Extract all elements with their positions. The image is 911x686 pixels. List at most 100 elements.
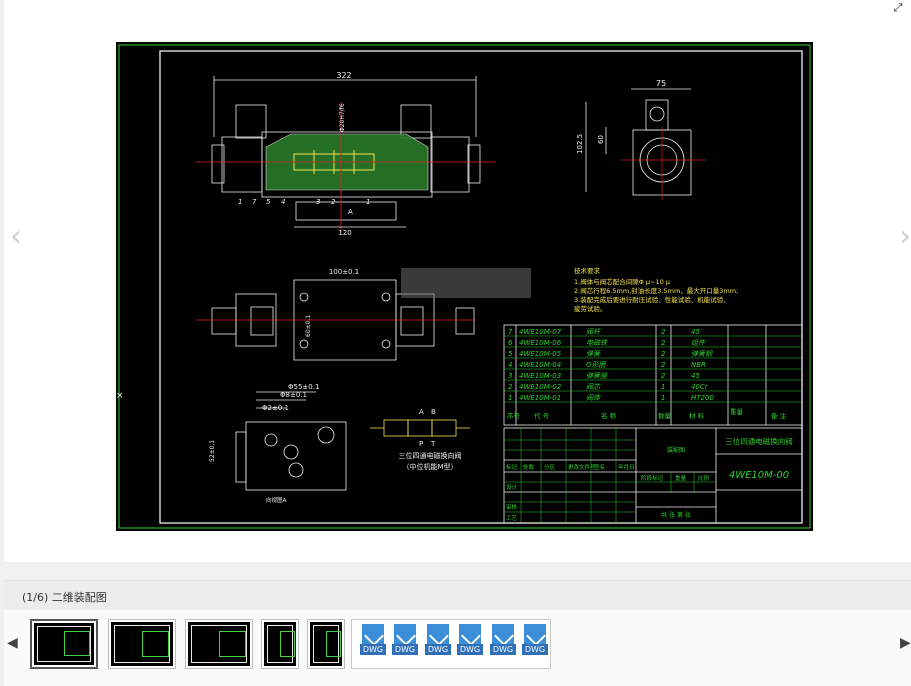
bom-cell-no: 6 <box>508 339 513 347</box>
dim-d4: 52±0.1 <box>209 440 216 462</box>
caption-bar: (1/6) 二维装配图 <box>4 580 911 611</box>
sheet-count: 共 张 第 张 <box>661 511 691 519</box>
tech-req-line: 3.装配完成后要进行耐压试验、性能试验、机能试验、 <box>574 295 730 304</box>
tb-row: 工艺 <box>506 515 518 522</box>
tb-col: 处数 <box>523 463 535 471</box>
triangle-left-icon[interactable]: ◀ <box>7 635 18 651</box>
symbol-p: P <box>419 440 423 448</box>
bom-cell-mat: 45 <box>691 328 700 336</box>
bom-cell-no: 5 <box>508 350 513 358</box>
image-caption: (1/6) 二维装配图 <box>22 591 107 604</box>
dim-height: 102.5 <box>576 134 584 154</box>
dwg-file-icon[interactable]: DWG <box>490 624 516 664</box>
bom-cell-qty: 1 <box>661 383 665 391</box>
bom-header-qty: 数量 <box>658 411 672 420</box>
tb-row: 标记 <box>506 463 518 471</box>
dwg-label: DWG <box>425 644 451 655</box>
dwg-label: DWG <box>490 644 516 655</box>
drawing-title: 三位四通电磁换向阀 <box>725 436 793 446</box>
drawing-number: 4WE10M-00 <box>729 470 789 481</box>
bom-cell-code: 4WE10M-03 <box>519 372 561 380</box>
part-number: 1 <box>366 198 370 206</box>
bom-cell-code: 4WE10M-01 <box>519 394 561 402</box>
dim-inner-height: 60 <box>597 135 605 144</box>
dwg-file-icon[interactable]: DWG <box>457 624 483 664</box>
expand-icon[interactable]: ⤢ <box>889 2 907 14</box>
view-a <box>235 391 347 491</box>
dwg-label: DWG <box>522 644 548 655</box>
dwg-label: DWG <box>457 644 483 655</box>
bom-cell-mat: NBR <box>691 361 706 369</box>
dim-width: 75 <box>656 79 666 88</box>
bom-cell-qty: 2 <box>661 350 666 358</box>
tb-row: 设计 <box>506 483 518 491</box>
tb-row: 审核 <box>506 503 518 511</box>
bom-cell-name: 弹簧座 <box>586 372 608 380</box>
bom-cell-mat: 45 <box>691 372 700 380</box>
bom-cell-code: 4WE10M-04 <box>519 361 561 369</box>
bom-cell-name: 阀芯 <box>586 383 601 391</box>
part-number: 2 <box>331 198 336 206</box>
thumbnail-3[interactable] <box>185 619 253 669</box>
symbol-a: A <box>419 408 424 416</box>
view-label: 装配图 <box>667 446 685 454</box>
tb-col: 更改文件号 <box>568 463 596 471</box>
valve-symbol <box>370 419 470 437</box>
thumbnail-1[interactable] <box>30 619 98 669</box>
bom-cell-mat: HT200 <box>691 394 714 402</box>
bom-cell-qty: 2 <box>661 361 666 369</box>
bom-cell-code: 4WE10M-02 <box>519 383 562 391</box>
chevron-left-icon[interactable]: ‹ <box>10 222 24 252</box>
dwg-label: DWG <box>392 644 418 655</box>
part-number: 5 <box>266 198 271 206</box>
thumbnail-5[interactable] <box>307 619 345 669</box>
bom-cell-mat: 40Cr <box>691 383 709 391</box>
dim-fit: Φ20H7/f6 <box>339 103 346 132</box>
bom-cell-code: 4WE10M-05 <box>519 350 562 358</box>
bom-cell-no: 1 <box>508 394 512 402</box>
thumbnail-2[interactable] <box>108 619 176 669</box>
tb-col: 签名 <box>594 463 605 471</box>
tb-col: 年月日 <box>618 463 635 471</box>
svg-text:×: × <box>116 391 124 401</box>
tb-extra: 重量 <box>675 474 687 482</box>
dim-overall-length: 322 <box>336 71 351 80</box>
dwg-file-icon[interactable]: DWG <box>360 624 386 664</box>
bom-cell-qty: 1 <box>661 394 665 402</box>
bom-header-no: 序号 <box>507 411 521 420</box>
chevron-right-icon[interactable]: › <box>899 222 911 252</box>
dwg-file-group: DWG DWG DWG DWG DWG DWG <box>351 619 551 669</box>
watermark-blur <box>401 268 531 298</box>
dim-side: 60±0.1 <box>305 315 312 337</box>
bom-cell-mat: 组件 <box>691 339 706 347</box>
tech-req-line: 疲劳试验。 <box>574 304 607 313</box>
bom-cell-code: 4WE10M-07 <box>519 328 562 336</box>
bom-header-remark: 备 注 <box>771 411 787 420</box>
tb-extra: 比例 <box>698 474 710 482</box>
bom-cell-code: 4WE10M-06 <box>519 339 562 347</box>
tb-extra: 阶段标记 <box>641 474 664 482</box>
bom-cell-no: 7 <box>508 328 513 336</box>
symbol-t: T <box>430 440 436 448</box>
symbol-caption-1: 三位四通电磁换向阀 <box>399 451 462 460</box>
bom-cell-mat: 弹簧钢 <box>691 350 713 358</box>
tech-req-line: 2.阀芯行程6.5mm,封油长度3.5mm，最大开口量3mm; <box>574 286 738 295</box>
dwg-file-icon[interactable]: DWG <box>392 624 418 664</box>
bom-cell-name: 阀杆 <box>586 328 601 336</box>
dwg-file-icon[interactable]: DWG <box>425 624 451 664</box>
bom-header-weight: 重量 <box>730 408 744 416</box>
bom-cell-name: 阀体 <box>586 394 601 402</box>
bom-cell-no: 3 <box>508 372 512 380</box>
view-caption: 向视图A <box>266 496 287 504</box>
bom-cell-qty: 2 <box>661 339 666 347</box>
dwg-file-icon[interactable]: DWG <box>522 624 548 664</box>
thumbnail-strip: ◀ DWG DWG DWG DWG DWG DWG ▶ <box>4 610 911 686</box>
bom-cell-name: 电磁铁 <box>586 339 608 347</box>
bom-cell-qty: 2 <box>661 372 666 380</box>
dwg-label: DWG <box>360 644 386 655</box>
triangle-right-icon[interactable]: ▶ <box>900 635 911 651</box>
symbol-b: B <box>431 408 436 416</box>
bom-cell-no: 4 <box>508 361 512 369</box>
thumbnail-4[interactable] <box>261 619 299 669</box>
dim-body-length: 100±0.1 <box>329 268 359 276</box>
